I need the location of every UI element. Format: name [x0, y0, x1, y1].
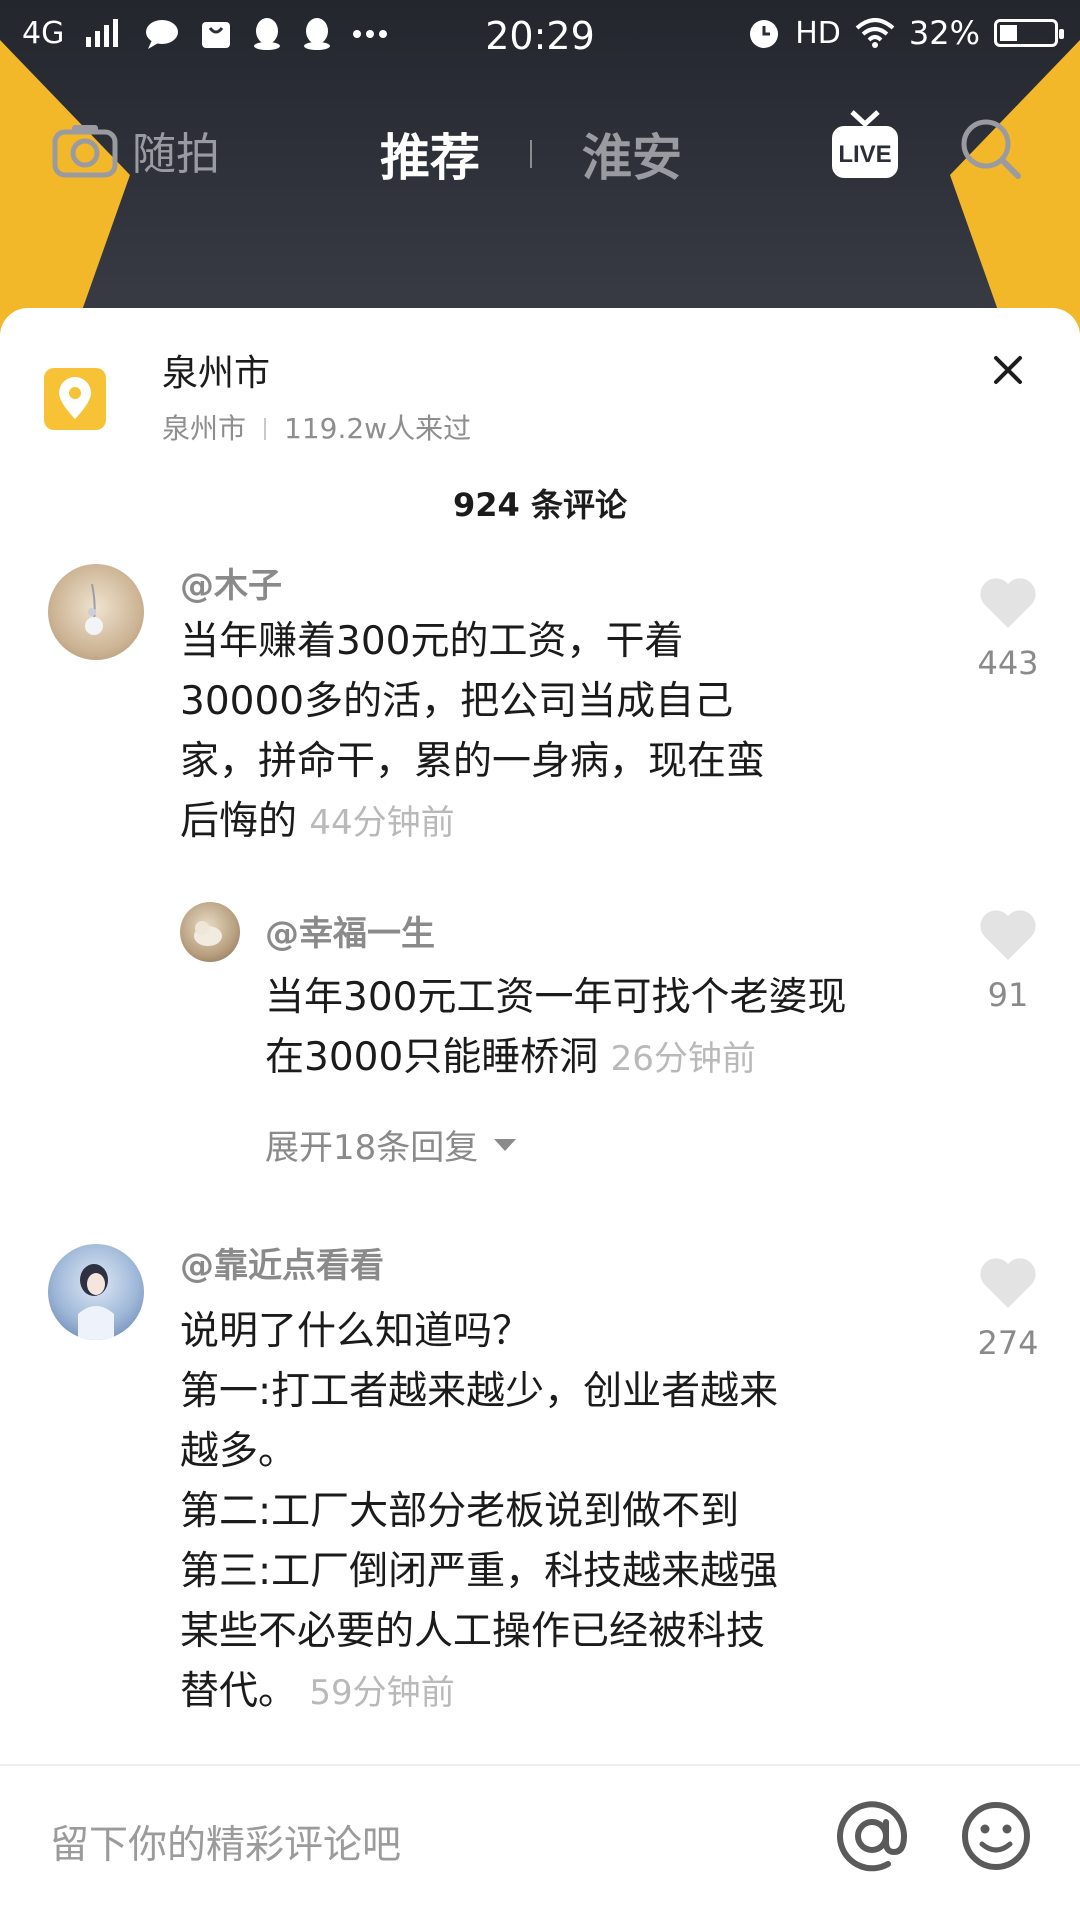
at-sign-icon — [837, 1801, 908, 1872]
location-subtitle: 泉州市 119.2w人来过 — [162, 408, 471, 450]
like-button[interactable]: 91 — [958, 908, 1058, 1014]
location-city: 泉州市 — [162, 412, 247, 445]
live-button[interactable]: LIVE — [830, 108, 900, 186]
avatar[interactable] — [180, 902, 240, 962]
comment-text: 当年赚着300元的工资，干着 30000多的活，把公司当成自己 家，拼命干，累的… — [180, 612, 880, 853]
heart-icon — [980, 910, 1036, 960]
nav-tabs: 推荐 淮安 — [380, 118, 682, 190]
close-icon — [994, 356, 1022, 384]
live-label: LIVE — [838, 141, 891, 168]
avatar[interactable] — [48, 1244, 144, 1340]
comment-body: 当年赚着300元的工资，干着 30000多的活，把公司当成自己 家，拼命干，累的… — [180, 619, 766, 844]
comment-body: 当年300元工资一年可找个老婆现 在3000只能睡桥洞 — [265, 975, 847, 1080]
tab-divider — [530, 140, 532, 168]
like-button[interactable]: 274 — [958, 1256, 1058, 1362]
smiley-icon — [962, 1802, 1030, 1870]
mention-button[interactable] — [836, 1800, 908, 1876]
subtitle-divider — [264, 418, 267, 440]
comment-text: 说明了什么知道吗？ 第一:打工者越来越少，创业者越来 越多。 第二:工厂大部分老… — [180, 1302, 880, 1723]
alarm-icon — [747, 16, 781, 50]
comment-input[interactable]: 留下你的精彩评论吧 — [50, 1814, 401, 1870]
location-card[interactable]: 泉州市 泉州市 119.2w人来过 — [44, 350, 471, 450]
avatar[interactable] — [48, 564, 144, 660]
close-button[interactable] — [988, 350, 1028, 390]
comment-text: 当年300元工资一年可找个老婆现 在3000只能睡桥洞 26分钟前 — [265, 968, 965, 1089]
comment-time: 26分钟前 — [610, 1039, 756, 1079]
like-count: 91 — [987, 976, 1029, 1014]
comment-input-bar: 留下你的精彩评论吧 — [0, 1764, 1080, 1920]
camera-shortcut[interactable]: 随拍 — [52, 118, 220, 182]
comment-time: 44分钟前 — [309, 803, 455, 843]
heart-icon — [980, 578, 1036, 628]
location-pin-icon — [44, 368, 106, 430]
comment-username[interactable]: @木子 — [180, 558, 282, 607]
comment-body: 说明了什么知道吗？ 第一:打工者越来越少，创业者越来 越多。 第二:工厂大部分老… — [180, 1309, 779, 1714]
top-header: 4G 20:29 HD 32% 随拍 推荐 淮安 LIVE — [0, 0, 1080, 340]
search-icon — [961, 119, 1021, 179]
camera-label: 随拍 — [132, 129, 220, 180]
battery-icon — [994, 19, 1064, 47]
tab-recommend[interactable]: 推荐 — [380, 118, 480, 190]
wifi-icon — [855, 18, 895, 48]
like-count: 443 — [977, 644, 1039, 682]
location-title: 泉州市 — [162, 353, 271, 394]
top-nav: 随拍 推荐 淮安 LIVE — [0, 100, 1080, 200]
emoji-button[interactable] — [960, 1800, 1032, 1876]
expand-replies-label: 展开18条回复 — [265, 1128, 479, 1168]
like-count: 274 — [977, 1324, 1039, 1362]
comment-username[interactable]: @靠近点看看 — [180, 1238, 384, 1287]
location-visitors: 119.2w人来过 — [284, 412, 472, 445]
hd-label: HD — [795, 15, 841, 51]
status-bar: 4G 20:29 HD 32% — [0, 0, 1080, 76]
search-button[interactable] — [958, 116, 1024, 186]
like-button[interactable]: 443 — [958, 576, 1058, 682]
tab-city[interactable]: 淮安 — [582, 118, 682, 190]
heart-icon — [980, 1258, 1036, 1308]
comment-time: 59分钟前 — [309, 1673, 455, 1713]
comment-sheet: 泉州市 泉州市 119.2w人来过 924 条评论 @木子 当年赚着300元的工… — [0, 308, 1080, 1920]
camera-icon — [52, 125, 118, 178]
battery-percent: 32% — [908, 14, 980, 52]
comment-count: 924 条评论 — [453, 486, 627, 524]
expand-replies-button[interactable]: 展开18条回复 — [265, 1120, 518, 1169]
chevron-down-icon — [494, 1138, 517, 1151]
screen: 4G 20:29 HD 32% 随拍 推荐 淮安 LIVE 泉州市 泉州市 11… — [0, 0, 1080, 1920]
comment-username[interactable]: @幸福一生 — [265, 906, 435, 955]
